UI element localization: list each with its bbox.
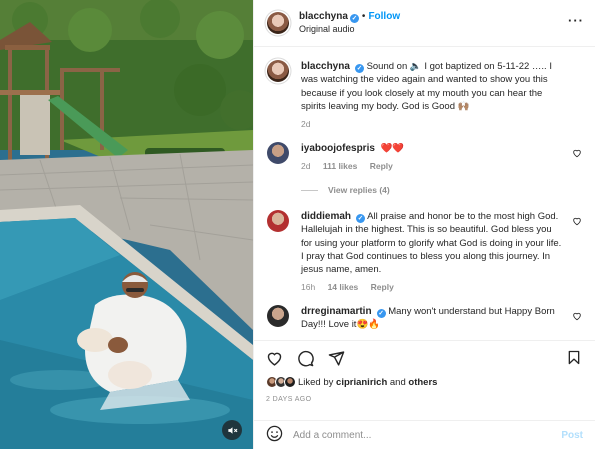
post-video[interactable]: [0, 0, 253, 449]
reply-button[interactable]: Reply: [370, 161, 393, 171]
comment-likes[interactable]: 111 likes: [323, 161, 358, 171]
comment-username[interactable]: iyaboojofespris: [301, 143, 375, 154]
caption-avatar[interactable]: [267, 60, 289, 82]
caption-time: 2d: [301, 119, 311, 130]
author-username[interactable]: blacchyna: [299, 11, 348, 22]
add-comment-bar: Post: [254, 420, 595, 449]
speaker-muted-icon: [227, 426, 237, 434]
post-button[interactable]: Post: [561, 430, 583, 441]
separator: •: [361, 11, 366, 22]
liker-avatars[interactable]: [266, 376, 296, 388]
comment-item: drreginamartin ✓ Many won't understand bu…: [267, 305, 587, 332]
commenter-avatar[interactable]: [267, 210, 289, 232]
author-avatar[interactable]: [267, 12, 289, 34]
comments-list[interactable]: blacchyna ✓ Sound on 🔈 I got baptized on …: [254, 47, 595, 340]
verified-badge-icon: ✓: [376, 309, 386, 318]
post-header: blacchyna ✓ • Follow Original audio ···: [254, 0, 595, 47]
view-replies-label: View replies (4): [328, 185, 390, 195]
comment-input[interactable]: [293, 429, 553, 441]
like-comment-heart-icon[interactable]: [572, 216, 582, 226]
comment-username[interactable]: diddiemah: [301, 211, 351, 222]
reply-button[interactable]: Reply: [371, 282, 394, 292]
comment-item: diddiemah ✓ All praise and honor be to th…: [267, 210, 587, 295]
commenter-avatar[interactable]: [267, 305, 289, 327]
liked-by-others[interactable]: others: [408, 377, 437, 388]
emoji-smile-icon[interactable]: [266, 425, 283, 445]
caption: blacchyna ✓ Sound on 🔈 I got baptized on …: [267, 60, 587, 131]
comment-time: 2d: [301, 161, 311, 172]
liked-by-and: and: [389, 376, 406, 388]
view-replies-button[interactable]: View replies (4): [301, 185, 390, 195]
verified-badge-icon: ✓: [354, 64, 364, 73]
liked-by-user[interactable]: ciprianirich: [336, 377, 387, 388]
comment-text: ❤️❤️: [380, 143, 405, 154]
author-meta: blacchyna ✓ • Follow Original audio: [299, 10, 400, 36]
verified-badge-icon: ✓: [356, 214, 366, 223]
more-horizontal-icon[interactable]: ···: [568, 14, 584, 27]
comment-icon[interactable]: [297, 350, 314, 367]
post-actions: Liked by ciprianirich and others 2 DAYS …: [254, 340, 595, 420]
comment-likes[interactable]: 14 likes: [328, 282, 359, 292]
comment-time: 16h: [301, 282, 316, 293]
like-comment-heart-icon[interactable]: [572, 311, 582, 321]
divider: [301, 189, 318, 191]
like-comment-heart-icon[interactable]: [572, 148, 582, 158]
verified-badge-icon: ✓: [349, 14, 359, 23]
comment-username[interactable]: drreginamartin: [301, 306, 372, 317]
commenter-avatar[interactable]: [267, 142, 289, 164]
share-icon[interactable]: [328, 350, 345, 367]
video-frame: [0, 0, 253, 449]
mute-button[interactable]: [222, 420, 242, 440]
audio-link[interactable]: Original audio: [299, 23, 400, 36]
post-date[interactable]: 2 DAYS AGO: [266, 396, 312, 403]
bookmark-icon[interactable]: [566, 349, 582, 366]
caption-username[interactable]: blacchyna: [301, 61, 350, 72]
comment-item: iyaboojofespris ❤️❤️ 2d 111 likes Reply: [267, 142, 587, 174]
heart-icon[interactable]: [266, 350, 283, 367]
liked-by-prefix: Liked by: [298, 376, 334, 388]
liked-by: Liked by ciprianirich and others: [266, 376, 437, 388]
post-side-panel: blacchyna ✓ • Follow Original audio ··· bla…: [253, 0, 595, 449]
follow-button[interactable]: Follow: [368, 11, 400, 22]
